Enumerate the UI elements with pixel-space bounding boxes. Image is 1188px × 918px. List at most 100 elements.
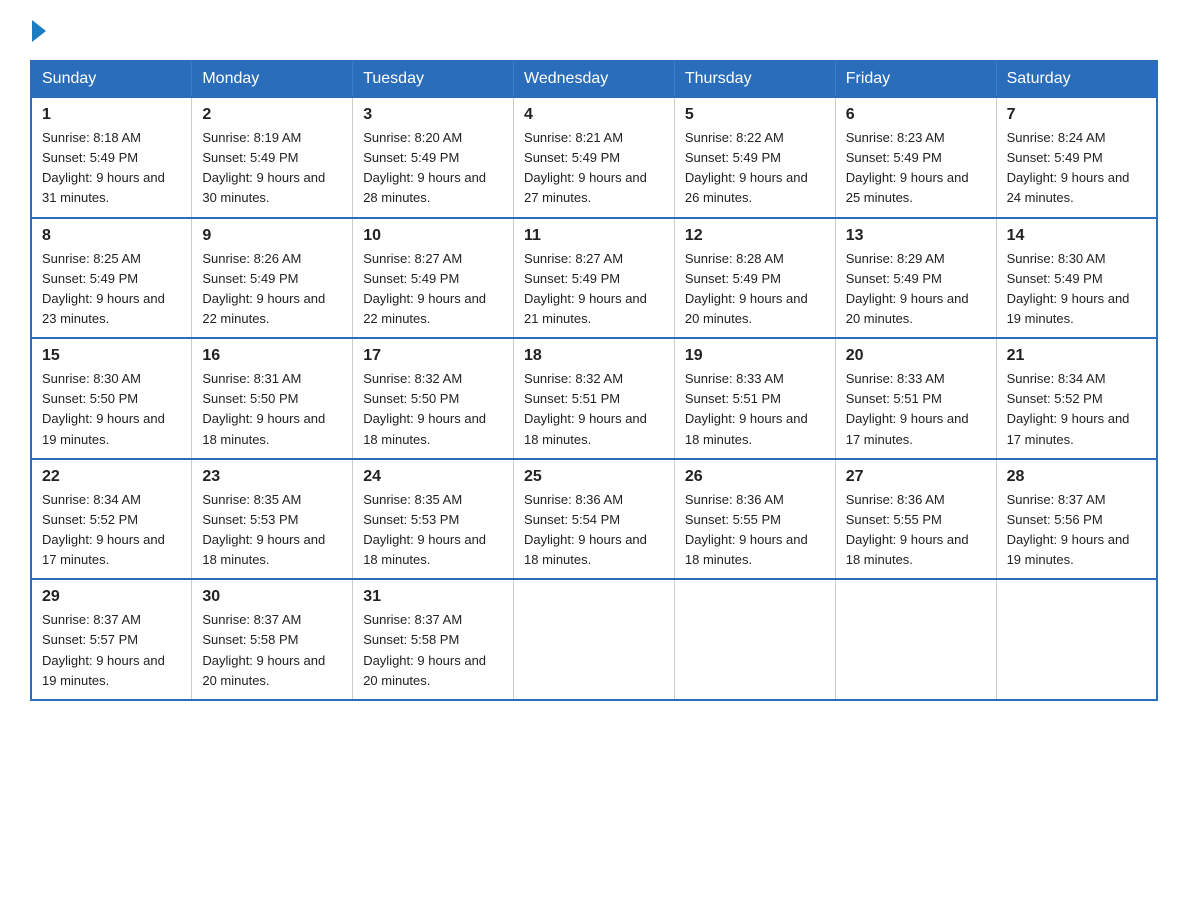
day-number: 30 [202, 588, 342, 606]
calendar-day-cell: 16 Sunrise: 8:31 AMSunset: 5:50 PMDayligh… [192, 338, 353, 459]
calendar-day-cell [835, 579, 996, 700]
day-info: Sunrise: 8:32 AMSunset: 5:51 PMDaylight:… [524, 369, 664, 450]
day-number: 31 [363, 588, 503, 606]
calendar-week-row: 8 Sunrise: 8:25 AMSunset: 5:49 PMDaylight… [31, 218, 1157, 339]
calendar-day-cell: 25 Sunrise: 8:36 AMSunset: 5:54 PMDayligh… [514, 459, 675, 580]
calendar-day-cell: 23Sunrise: 8:35 AMSunset: 5:53 PMDayligh… [192, 459, 353, 580]
day-info: Sunrise: 8:37 AMSunset: 5:57 PMDaylight:… [42, 610, 181, 691]
day-info: Sunrise: 8:30 AMSunset: 5:49 PMDaylight:… [1007, 249, 1146, 330]
day-number: 27 [846, 468, 986, 486]
day-info: Sunrise: 8:33 AMSunset: 5:51 PMDaylight:… [685, 369, 825, 450]
day-info: Sunrise: 8:37 AMSunset: 5:58 PMDaylight:… [202, 610, 342, 691]
calendar-day-cell: 1Sunrise: 8:18 AMSunset: 5:49 PMDaylight… [31, 97, 192, 218]
logo-arrow-icon [32, 20, 46, 42]
calendar-day-cell: 19 Sunrise: 8:33 AMSunset: 5:51 PMDayligh… [674, 338, 835, 459]
calendar-day-cell: 4 Sunrise: 8:21 AMSunset: 5:49 PMDaylight… [514, 97, 675, 218]
day-number: 10 [363, 227, 503, 245]
day-of-week-header: Friday [835, 61, 996, 97]
day-number: 14 [1007, 227, 1146, 245]
calendar-day-cell: 26Sunrise: 8:36 AMSunset: 5:55 PMDayligh… [674, 459, 835, 580]
day-number: 7 [1007, 106, 1146, 124]
calendar-day-cell: 15Sunrise: 8:30 AMSunset: 5:50 PMDayligh… [31, 338, 192, 459]
day-number: 3 [363, 106, 503, 124]
calendar-day-cell: 29 Sunrise: 8:37 AMSunset: 5:57 PMDayligh… [31, 579, 192, 700]
calendar-day-cell [514, 579, 675, 700]
day-number: 19 [685, 347, 825, 365]
calendar-day-cell: 30 Sunrise: 8:37 AMSunset: 5:58 PMDayligh… [192, 579, 353, 700]
day-info: Sunrise: 8:22 AMSunset: 5:49 PMDaylight:… [685, 128, 825, 209]
calendar-day-cell: 28 Sunrise: 8:37 AMSunset: 5:56 PMDayligh… [996, 459, 1157, 580]
calendar-day-cell: 18 Sunrise: 8:32 AMSunset: 5:51 PMDayligh… [514, 338, 675, 459]
day-number: 24 [363, 468, 503, 486]
day-info: Sunrise: 8:28 AMSunset: 5:49 PMDaylight:… [685, 249, 825, 330]
day-number: 20 [846, 347, 986, 365]
day-info: Sunrise: 8:25 AMSunset: 5:49 PMDaylight:… [42, 249, 181, 330]
day-number: 26 [685, 468, 825, 486]
calendar-day-cell: 7 Sunrise: 8:24 AMSunset: 5:49 PMDaylight… [996, 97, 1157, 218]
day-of-week-header: Thursday [674, 61, 835, 97]
calendar-day-cell: 27 Sunrise: 8:36 AMSunset: 5:55 PMDayligh… [835, 459, 996, 580]
day-number: 8 [42, 227, 181, 245]
calendar-day-cell: 14 Sunrise: 8:30 AMSunset: 5:49 PMDayligh… [996, 218, 1157, 339]
calendar-table: SundayMondayTuesdayWednesdayThursdayFrid… [30, 60, 1158, 701]
day-info: Sunrise: 8:19 AMSunset: 5:49 PMDaylight:… [202, 128, 342, 209]
day-info: Sunrise: 8:37 AMSunset: 5:58 PMDaylight:… [363, 610, 503, 691]
day-number: 17 [363, 347, 503, 365]
calendar-day-cell [996, 579, 1157, 700]
calendar-day-cell: 11 Sunrise: 8:27 AMSunset: 5:49 PMDayligh… [514, 218, 675, 339]
day-number: 4 [524, 106, 664, 124]
day-info: Sunrise: 8:21 AMSunset: 5:49 PMDaylight:… [524, 128, 664, 209]
day-number: 25 [524, 468, 664, 486]
day-number: 28 [1007, 468, 1146, 486]
calendar-day-cell: 8 Sunrise: 8:25 AMSunset: 5:49 PMDaylight… [31, 218, 192, 339]
day-info: Sunrise: 8:32 AMSunset: 5:50 PMDaylight:… [363, 369, 503, 450]
day-number: 15 [42, 347, 181, 365]
calendar-week-row: 15Sunrise: 8:30 AMSunset: 5:50 PMDayligh… [31, 338, 1157, 459]
day-info: Sunrise: 8:35 AMSunset: 5:53 PMDaylight:… [202, 490, 342, 571]
calendar-day-cell: 2 Sunrise: 8:19 AMSunset: 5:49 PMDaylight… [192, 97, 353, 218]
day-number: 13 [846, 227, 986, 245]
calendar-day-cell [674, 579, 835, 700]
day-info: Sunrise: 8:26 AMSunset: 5:49 PMDaylight:… [202, 249, 342, 330]
day-number: 12 [685, 227, 825, 245]
day-number: 11 [524, 227, 664, 245]
calendar-day-cell: 21Sunrise: 8:34 AMSunset: 5:52 PMDayligh… [996, 338, 1157, 459]
page-header [30, 20, 1158, 42]
calendar-week-row: 1Sunrise: 8:18 AMSunset: 5:49 PMDaylight… [31, 97, 1157, 218]
day-number: 21 [1007, 347, 1146, 365]
day-number: 29 [42, 588, 181, 606]
day-info: Sunrise: 8:20 AMSunset: 5:49 PMDaylight:… [363, 128, 503, 209]
calendar-week-row: 22 Sunrise: 8:34 AMSunset: 5:52 PMDayligh… [31, 459, 1157, 580]
calendar-header-row: SundayMondayTuesdayWednesdayThursdayFrid… [31, 61, 1157, 97]
calendar-day-cell: 20Sunrise: 8:33 AMSunset: 5:51 PMDayligh… [835, 338, 996, 459]
calendar-day-cell: 12 Sunrise: 8:28 AMSunset: 5:49 PMDayligh… [674, 218, 835, 339]
calendar-day-cell: 22 Sunrise: 8:34 AMSunset: 5:52 PMDayligh… [31, 459, 192, 580]
day-info: Sunrise: 8:36 AMSunset: 5:55 PMDaylight:… [846, 490, 986, 571]
day-of-week-header: Saturday [996, 61, 1157, 97]
day-info: Sunrise: 8:27 AMSunset: 5:49 PMDaylight:… [363, 249, 503, 330]
day-info: Sunrise: 8:35 AMSunset: 5:53 PMDaylight:… [363, 490, 503, 571]
day-info: Sunrise: 8:24 AMSunset: 5:49 PMDaylight:… [1007, 128, 1146, 209]
calendar-day-cell: 10 Sunrise: 8:27 AMSunset: 5:49 PMDayligh… [353, 218, 514, 339]
day-number: 6 [846, 106, 986, 124]
calendar-day-cell: 13Sunrise: 8:29 AMSunset: 5:49 PMDayligh… [835, 218, 996, 339]
day-of-week-header: Wednesday [514, 61, 675, 97]
day-number: 1 [42, 106, 181, 124]
day-number: 2 [202, 106, 342, 124]
calendar-week-row: 29 Sunrise: 8:37 AMSunset: 5:57 PMDayligh… [31, 579, 1157, 700]
day-info: Sunrise: 8:31 AMSunset: 5:50 PMDaylight:… [202, 369, 342, 450]
calendar-day-cell: 3 Sunrise: 8:20 AMSunset: 5:49 PMDaylight… [353, 97, 514, 218]
day-of-week-header: Sunday [31, 61, 192, 97]
calendar-day-cell: 17 Sunrise: 8:32 AMSunset: 5:50 PMDayligh… [353, 338, 514, 459]
day-number: 22 [42, 468, 181, 486]
day-info: Sunrise: 8:23 AMSunset: 5:49 PMDaylight:… [846, 128, 986, 209]
day-info: Sunrise: 8:37 AMSunset: 5:56 PMDaylight:… [1007, 490, 1146, 571]
day-of-week-header: Monday [192, 61, 353, 97]
day-info: Sunrise: 8:34 AMSunset: 5:52 PMDaylight:… [42, 490, 181, 571]
calendar-day-cell: 5 Sunrise: 8:22 AMSunset: 5:49 PMDaylight… [674, 97, 835, 218]
day-info: Sunrise: 8:36 AMSunset: 5:54 PMDaylight:… [524, 490, 664, 571]
day-number: 16 [202, 347, 342, 365]
day-info: Sunrise: 8:27 AMSunset: 5:49 PMDaylight:… [524, 249, 664, 330]
day-number: 5 [685, 106, 825, 124]
day-number: 18 [524, 347, 664, 365]
